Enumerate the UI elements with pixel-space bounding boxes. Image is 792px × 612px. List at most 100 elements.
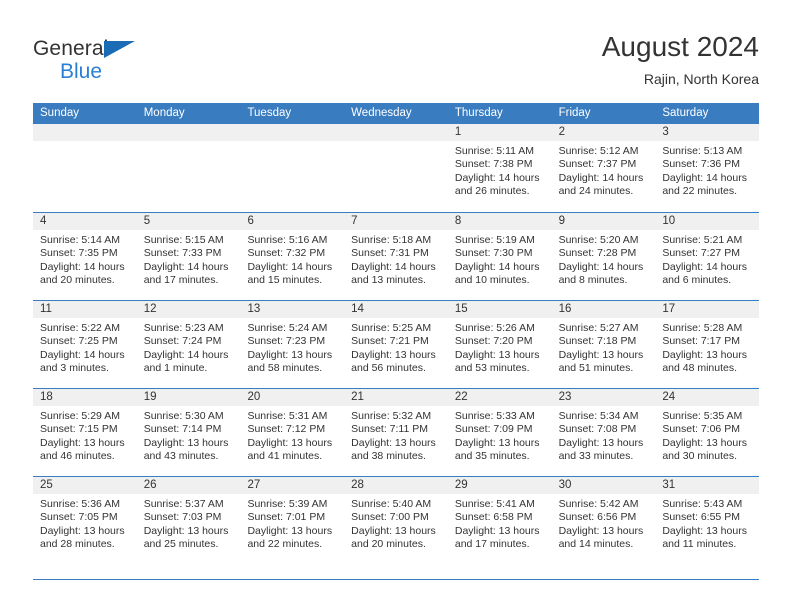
sunset-time: Sunset: 7:12 PM — [247, 423, 326, 436]
day-details: Sunrise: 5:12 AM Sunset: 7:37 PM Daylight:… — [552, 141, 656, 199]
sunset-time: Sunset: 7:24 PM — [143, 335, 222, 348]
sunrise-time: Sunrise: 5:31 AM — [247, 410, 328, 422]
daylight-duration-line2: and 53 minutes. — [454, 362, 530, 375]
sunrise-time: Sunrise: 5:24 AM — [247, 322, 328, 334]
day-details: Sunrise: 5:21 AM Sunset: 7:27 PM Daylight:… — [655, 230, 759, 288]
sunset-time: Sunset: 7:17 PM — [662, 335, 740, 348]
daylight-duration-line2: and 51 minutes. — [558, 362, 634, 375]
daylight-duration-line1: Daylight: 14 hours — [40, 260, 125, 273]
calendar-day-cell[interactable]: 23 Sunrise: 5:34 AM Sunset: 7:08 PM Dayligh… — [551, 389, 656, 476]
calendar-day-cell[interactable]: 20 Sunrise: 5:31 AM Sunset: 7:12 PM Dayligh… — [240, 389, 345, 476]
calendar-day-cell[interactable]: 27 Sunrise: 5:39 AM Sunset: 7:01 PM Dayligh… — [240, 477, 345, 564]
sunset-time: Sunset: 7:05 PM — [40, 511, 118, 524]
calendar-day-cell[interactable]: 17 Sunrise: 5:28 AM Sunset: 7:17 PM Dayligh… — [655, 301, 760, 388]
day-number: 7 — [344, 213, 448, 230]
day-details: Sunrise: 5:18 AM Sunset: 7:31 PM Daylight:… — [344, 230, 448, 288]
calendar-day-cell[interactable]: 30 Sunrise: 5:42 AM Sunset: 6:56 PM Dayligh… — [551, 477, 656, 564]
calendar-day-cell[interactable]: 19 Sunrise: 5:30 AM Sunset: 7:14 PM Dayligh… — [136, 389, 241, 476]
daylight-duration-line1: Daylight: 14 hours — [143, 348, 229, 361]
day-number — [344, 124, 448, 141]
sunset-time: Sunset: 6:56 PM — [558, 511, 637, 524]
calendar-day-cell[interactable]: 9 Sunrise: 5:20 AM Sunset: 7:28 PM Daylight… — [551, 213, 656, 300]
calendar-day-cell[interactable]: 2 Sunrise: 5:12 AM Sunset: 7:37 PM Daylight… — [551, 124, 656, 212]
sunrise-time: Sunrise: 5:26 AM — [454, 322, 535, 334]
day-details: Sunrise: 5:32 AM Sunset: 7:11 PM Daylight:… — [344, 406, 448, 464]
sunrise-time: Sunrise: 5:28 AM — [662, 322, 743, 334]
calendar-day-cell[interactable]: 6 Sunrise: 5:16 AM Sunset: 7:32 PM Daylight… — [240, 213, 345, 300]
sunrise-time: Sunrise: 5:22 AM — [40, 322, 120, 334]
sunrise-time: Sunrise: 5:13 AM — [662, 145, 743, 157]
day-number: 11 — [33, 301, 137, 318]
calendar-day-cell[interactable]: 7 Sunrise: 5:18 AM Sunset: 7:31 PM Daylight… — [344, 213, 448, 300]
daylight-duration-line2: and 13 minutes. — [351, 274, 426, 287]
sunset-time: Sunset: 7:32 PM — [247, 247, 326, 260]
calendar-day-cell[interactable]: 11 Sunrise: 5:22 AM Sunset: 7:25 PM Dayligh… — [33, 301, 137, 388]
calendar-day-cell[interactable]: 29 Sunrise: 5:41 AM Sunset: 6:58 PM Dayligh… — [447, 477, 552, 564]
day-details: Sunrise: 5:31 AM Sunset: 7:12 PM Daylight:… — [240, 406, 344, 464]
sunset-time: Sunset: 7:15 PM — [40, 423, 118, 436]
daylight-duration-line1: Daylight: 14 hours — [558, 260, 644, 273]
calendar-week-row: 18 Sunrise: 5:29 AM Sunset: 7:15 PM Dayligh… — [33, 388, 760, 476]
sunset-time: Sunset: 7:23 PM — [247, 335, 326, 348]
calendar-day-cell[interactable]: 31 Sunrise: 5:43 AM Sunset: 6:55 PM Dayligh… — [655, 477, 760, 564]
daylight-duration-line2: and 41 minutes. — [247, 450, 323, 463]
sunset-time: Sunset: 7:38 PM — [454, 158, 533, 171]
daylight-duration-line2: and 20 minutes. — [40, 274, 115, 287]
day-number: 12 — [136, 301, 241, 318]
sunrise-time: Sunrise: 5:11 AM — [454, 145, 535, 157]
day-details: Sunrise: 5:30 AM Sunset: 7:14 PM Daylight:… — [137, 406, 241, 464]
calendar-day-cell[interactable]: 14 Sunrise: 5:25 AM Sunset: 7:21 PM Dayligh… — [344, 301, 448, 388]
daylight-duration-line2: and 24 minutes. — [558, 185, 634, 198]
calendar-day-cell[interactable]: 25 Sunrise: 5:36 AM Sunset: 7:05 PM Dayligh… — [33, 477, 137, 564]
day-details: Sunrise: 5:37 AM Sunset: 7:03 PM Daylight:… — [137, 494, 241, 552]
sunset-time: Sunset: 6:58 PM — [454, 511, 533, 524]
daylight-duration-line2: and 20 minutes. — [351, 538, 426, 551]
calendar-day-cell[interactable]: 28 Sunrise: 5:40 AM Sunset: 7:00 PM Dayligh… — [344, 477, 448, 564]
day-details: Sunrise: 5:15 AM Sunset: 7:33 PM Daylight:… — [137, 230, 241, 288]
daylight-duration-line1: Daylight: 13 hours — [454, 436, 540, 449]
brand-logo[interactable]: General Blue — [33, 38, 135, 82]
sunrise-time: Sunrise: 5:16 AM — [247, 234, 328, 246]
sunrise-time: Sunrise: 5:41 AM — [454, 498, 535, 510]
calendar-day-cell[interactable]: 16 Sunrise: 5:27 AM Sunset: 7:18 PM Dayligh… — [551, 301, 656, 388]
calendar-week-row: 4 Sunrise: 5:14 AM Sunset: 7:35 PM Daylight… — [33, 212, 760, 300]
daylight-duration-line2: and 28 minutes. — [40, 538, 115, 551]
calendar-day-cell[interactable]: 12 Sunrise: 5:23 AM Sunset: 7:24 PM Dayligh… — [136, 301, 241, 388]
day-details: Sunrise: 5:11 AM Sunset: 7:38 PM Daylight:… — [448, 141, 552, 199]
sunrise-time: Sunrise: 5:14 AM — [40, 234, 120, 246]
calendar-day-cell[interactable]: 21 Sunrise: 5:32 AM Sunset: 7:11 PM Dayligh… — [344, 389, 448, 476]
sunset-time: Sunset: 7:30 PM — [454, 247, 533, 260]
calendar-day-cell[interactable]: 13 Sunrise: 5:24 AM Sunset: 7:23 PM Dayligh… — [240, 301, 345, 388]
calendar-page: General Blue August 2024 Rajin, North Ko… — [0, 0, 792, 612]
daylight-duration-line1: Daylight: 13 hours — [662, 524, 747, 537]
daylight-duration-line1: Daylight: 14 hours — [454, 260, 540, 273]
day-details: Sunrise: 5:40 AM Sunset: 7:00 PM Daylight:… — [344, 494, 448, 552]
day-number: 23 — [551, 389, 656, 406]
calendar-day-cell[interactable]: 26 Sunrise: 5:37 AM Sunset: 7:03 PM Dayligh… — [136, 477, 241, 564]
sunset-time: Sunset: 7:36 PM — [662, 158, 740, 171]
daylight-duration-line2: and 6 minutes. — [662, 274, 732, 287]
calendar-day-cell[interactable]: 15 Sunrise: 5:26 AM Sunset: 7:20 PM Dayligh… — [447, 301, 552, 388]
sunrise-time: Sunrise: 5:23 AM — [143, 322, 224, 334]
calendar-day-cell[interactable]: 10 Sunrise: 5:21 AM Sunset: 7:27 PM Dayligh… — [655, 213, 760, 300]
weekday-header-row: Sunday Monday Tuesday Wednesday Thursday Frid… — [33, 103, 759, 124]
daylight-duration-line2: and 8 minutes. — [558, 274, 628, 287]
day-number: 15 — [447, 301, 552, 318]
calendar-day-cell[interactable]: 24 Sunrise: 5:35 AM Sunset: 7:06 PM Dayligh… — [655, 389, 760, 476]
calendar-day-cell[interactable]: 4 Sunrise: 5:14 AM Sunset: 7:35 PM Daylight… — [33, 213, 137, 300]
calendar-day-cell[interactable]: 8 Sunrise: 5:19 AM Sunset: 7:30 PM Daylight… — [447, 213, 552, 300]
sunrise-time: Sunrise: 5:27 AM — [558, 322, 639, 334]
calendar-day-cell[interactable]: 22 Sunrise: 5:33 AM Sunset: 7:09 PM Dayligh… — [447, 389, 552, 476]
weekday-header-sunday: Sunday — [40, 107, 80, 119]
title-block: August 2024 Rajin, North Korea — [602, 31, 759, 87]
calendar-day-cell[interactable]: 5 Sunrise: 5:15 AM Sunset: 7:33 PM Daylight… — [136, 213, 241, 300]
calendar-day-cell[interactable]: 3 Sunrise: 5:13 AM Sunset: 7:36 PM Daylight… — [655, 124, 760, 212]
daylight-duration-line2: and 26 minutes. — [454, 185, 530, 198]
day-details: Sunrise: 5:42 AM Sunset: 6:56 PM Daylight:… — [552, 494, 656, 552]
day-number: 10 — [655, 213, 760, 230]
calendar-day-cell[interactable]: 18 Sunrise: 5:29 AM Sunset: 7:15 PM Dayligh… — [33, 389, 137, 476]
brand-logo-line1: General — [33, 38, 135, 60]
day-number: 25 — [33, 477, 137, 494]
sunrise-time: Sunrise: 5:19 AM — [454, 234, 535, 246]
calendar-day-cell[interactable]: 1 Sunrise: 5:11 AM Sunset: 7:38 PM Daylight… — [447, 124, 552, 212]
